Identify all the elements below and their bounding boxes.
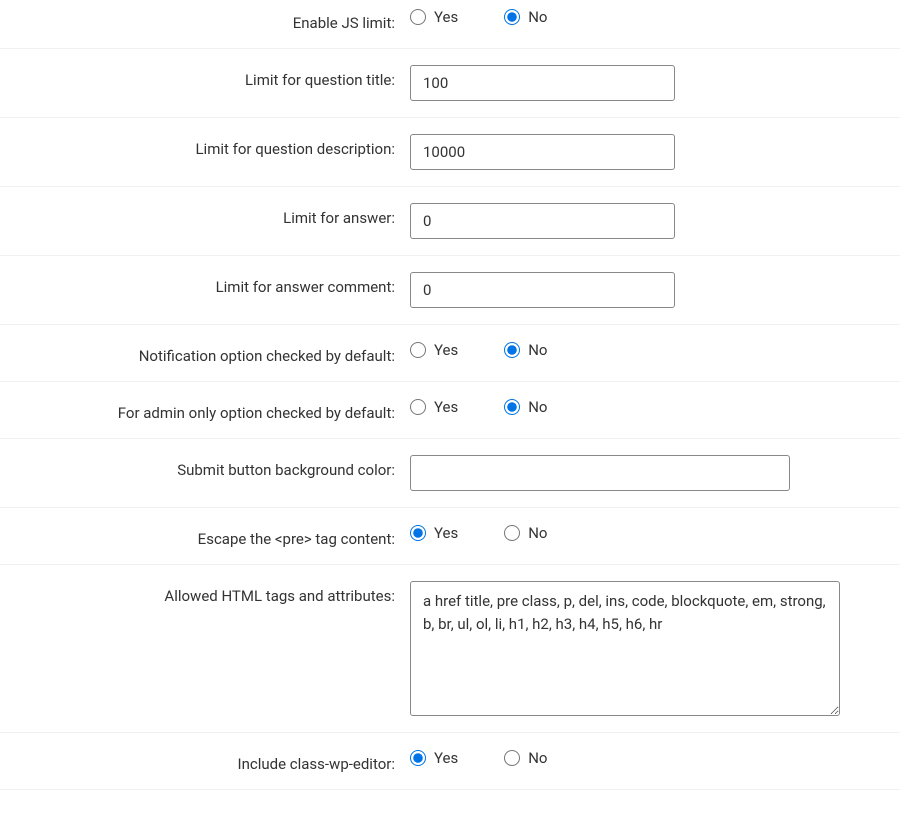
field-control: Yes No: [410, 8, 890, 26]
radio-option-yes[interactable]: Yes: [410, 8, 458, 26]
radio-label-no: No: [528, 398, 547, 416]
radio-yes[interactable]: [410, 399, 426, 415]
radio-yes[interactable]: [410, 525, 426, 541]
field-label: Limit for answer comment:: [10, 272, 410, 296]
limit-question-description-input[interactable]: [410, 134, 675, 170]
submit-bg-color-input[interactable]: [410, 455, 790, 491]
settings-row-limit-answer: Limit for answer:: [0, 187, 900, 256]
settings-row-admin-only-default: For admin only option checked by default…: [0, 382, 900, 439]
limit-answer-comment-input[interactable]: [410, 272, 675, 308]
field-label: Escape the <pre> tag content:: [10, 524, 410, 548]
radio-option-no[interactable]: No: [504, 749, 547, 767]
field-control: [410, 65, 890, 101]
settings-row-limit-answer-comment: Limit for answer comment:: [0, 256, 900, 325]
radio-label-no: No: [528, 524, 547, 542]
settings-row-submit-bg-color: Submit button background color:: [0, 439, 900, 508]
field-control: [410, 272, 890, 308]
settings-row-enable-js-limit: Enable JS limit: Yes No: [0, 0, 900, 49]
field-control: Yes No: [410, 398, 890, 416]
radio-option-no[interactable]: No: [504, 8, 547, 26]
field-control: [410, 203, 890, 239]
field-control: Yes No: [410, 341, 890, 359]
radio-label-no: No: [528, 8, 547, 26]
radio-option-yes[interactable]: Yes: [410, 398, 458, 416]
radio-option-no[interactable]: No: [504, 524, 547, 542]
radio-yes[interactable]: [410, 342, 426, 358]
field-label: Enable JS limit:: [10, 8, 410, 32]
radio-label-yes: Yes: [434, 749, 458, 767]
radio-option-yes[interactable]: Yes: [410, 341, 458, 359]
field-label: Notification option checked by default:: [10, 341, 410, 365]
allowed-html-textarea[interactable]: [410, 581, 840, 716]
radio-yes[interactable]: [410, 750, 426, 766]
radio-option-no[interactable]: No: [504, 398, 547, 416]
radio-no[interactable]: [504, 342, 520, 358]
field-control: [410, 581, 890, 716]
field-control: Yes No: [410, 749, 890, 767]
radio-option-no[interactable]: No: [504, 341, 547, 359]
radio-label-no: No: [528, 749, 547, 767]
radio-no[interactable]: [504, 399, 520, 415]
radio-option-yes[interactable]: Yes: [410, 749, 458, 767]
radio-yes[interactable]: [410, 9, 426, 25]
field-control: [410, 455, 890, 491]
radio-no[interactable]: [504, 525, 520, 541]
field-label: Submit button background color:: [10, 455, 410, 479]
radio-label-yes: Yes: [434, 398, 458, 416]
settings-row-escape-pre: Escape the <pre> tag content: Yes No: [0, 508, 900, 565]
radio-option-yes[interactable]: Yes: [410, 524, 458, 542]
radio-no[interactable]: [504, 9, 520, 25]
field-control: Yes No: [410, 524, 890, 542]
field-label: Allowed HTML tags and attributes:: [10, 581, 410, 605]
settings-row-include-wp-editor: Include class-wp-editor: Yes No: [0, 733, 900, 790]
radio-label-yes: Yes: [434, 524, 458, 542]
settings-row-limit-question-title: Limit for question title:: [0, 49, 900, 118]
radio-label-yes: Yes: [434, 8, 458, 26]
limit-answer-input[interactable]: [410, 203, 675, 239]
field-label: Limit for question description:: [10, 134, 410, 158]
radio-label-no: No: [528, 341, 547, 359]
radio-label-yes: Yes: [434, 341, 458, 359]
settings-row-allowed-html: Allowed HTML tags and attributes:: [0, 565, 900, 733]
settings-row-notification-default: Notification option checked by default:Y…: [0, 325, 900, 382]
field-label: Limit for answer:: [10, 203, 410, 227]
field-label: For admin only option checked by default…: [10, 398, 410, 422]
field-label: Limit for question title:: [10, 65, 410, 89]
radio-no[interactable]: [504, 750, 520, 766]
settings-form: Enable JS limit: Yes No Limit for question …: [0, 0, 900, 790]
field-control: [410, 134, 890, 170]
field-label: Include class-wp-editor:: [10, 749, 410, 773]
settings-row-limit-question-description: Limit for question description:: [0, 118, 900, 187]
limit-question-title-input[interactable]: [410, 65, 675, 101]
